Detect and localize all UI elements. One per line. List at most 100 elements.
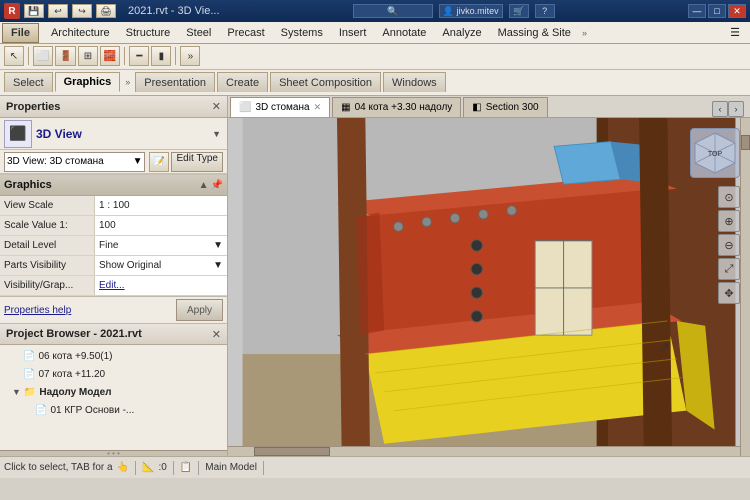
tree-icon-3: 📄 (35, 405, 47, 416)
view-name-text: 3D View: 3D стомана (7, 156, 104, 167)
prop-parts-vis-value[interactable]: Show Original ▼ (95, 256, 227, 275)
menu-architecture[interactable]: Architecture (43, 25, 118, 41)
tree-item-3[interactable]: 📄 01 КГР Основи -... (0, 401, 227, 419)
prop-scale-value-val[interactable]: 100 (95, 216, 227, 235)
svg-text:TOP: TOP (708, 151, 723, 158)
view-tabs: ⬜ 3D стомана ✕ ▦ 04 кота +3.30 надолу ◧ … (228, 96, 750, 118)
view-tab-section[interactable]: ◧ Section 300 (463, 97, 547, 117)
modify-btn[interactable]: ↖ (4, 46, 24, 66)
view-name-dropdown[interactable]: 3D View: 3D стомана ▼ (4, 152, 145, 172)
view-tab-3d-label: 3D стомана (255, 102, 309, 113)
properties-footer: Properties help Apply (0, 296, 227, 323)
tab-windows[interactable]: Windows (383, 72, 446, 92)
tab-scroll-left[interactable]: ‹ (712, 101, 728, 117)
view-type-dropdown-btn[interactable]: ▼ (210, 127, 223, 141)
properties-title: Properties (6, 101, 60, 113)
print-btn[interactable]: 🖨 (96, 4, 116, 18)
orbit-btn[interactable]: ⊙ (718, 186, 740, 208)
fit-btn[interactable]: ⤢ (718, 258, 740, 280)
menu-precast[interactable]: Precast (219, 25, 272, 41)
undo-btn[interactable]: ↩ (48, 4, 68, 18)
status-separator3 (198, 461, 199, 475)
view-tab-3d-stomana[interactable]: ⬜ 3D стомана ✕ (230, 97, 330, 117)
view-select-row: 3D View: 3D стомана ▼ 📝 Edit Type (0, 150, 227, 174)
zoom-out-btn[interactable]: ⊖ (718, 234, 740, 256)
prop-view-scale-value[interactable]: 1 : 100 (95, 196, 227, 215)
tree-label-3: 01 КГР Основи -... (50, 405, 134, 416)
tree-item-2[interactable]: ▼ 📁 Надолу Модел (0, 383, 227, 401)
prop-parts-vis-label: Parts Visibility (0, 256, 95, 275)
tree-item-0[interactable]: 📄 06 кота +9.50(1) (0, 347, 227, 365)
section-expand-icon[interactable]: ▲ (199, 180, 209, 191)
parts-vis-dropdown-icon: ▼ (213, 260, 223, 271)
view-tab-floor[interactable]: ▦ 04 кота +3.30 надолу (332, 97, 461, 117)
prop-detail-level-value[interactable]: Fine ▼ (95, 236, 227, 255)
edit-type-button[interactable]: Edit Type (171, 152, 223, 172)
menu-analyze[interactable]: Analyze (434, 25, 489, 41)
properties-help-link[interactable]: Properties help (4, 305, 71, 316)
graphics-section-title: Graphics (4, 179, 52, 191)
prop-visibility-value[interactable]: Edit... (95, 276, 227, 295)
view-type-label: 3D View (36, 127, 206, 141)
tree-item-1[interactable]: 📄 07 кота +11.20 (0, 365, 227, 383)
viewport[interactable]: TOP ⊙ ⊕ ⊖ ⤢ ✥ ↗ (228, 118, 750, 456)
maximize-btn[interactable]: □ (708, 4, 726, 18)
redo-btn[interactable]: ↪ (72, 4, 92, 18)
prop-parts-visibility: Parts Visibility Show Original ▼ (0, 256, 227, 276)
menu-extra[interactable]: ☰ (722, 24, 748, 41)
tab-graphics[interactable]: Graphics (55, 72, 121, 92)
edit-type-icon-btn[interactable]: 📝 (149, 152, 169, 172)
view-tab-close-btn[interactable]: ✕ (314, 102, 322, 113)
menu-steel[interactable]: Steel (178, 25, 219, 41)
scrollbar-thumb-h[interactable] (254, 447, 331, 456)
menu-insert[interactable]: Insert (331, 25, 375, 41)
tree-icon-2: 📁 (24, 387, 36, 398)
menu-structure[interactable]: Structure (118, 25, 179, 41)
scrollbar-thumb-v[interactable] (741, 135, 750, 150)
tab-presentation[interactable]: Presentation (135, 72, 215, 92)
tab-sheet-composition[interactable]: Sheet Composition (270, 72, 381, 92)
tab-select[interactable]: Select (4, 72, 53, 92)
properties-header: Properties ✕ (0, 96, 227, 118)
section-pin-icon[interactable]: 📌 (211, 180, 223, 191)
beam-btn[interactable]: ━ (129, 46, 149, 66)
project-browser-close-btn[interactable]: ✕ (212, 328, 221, 341)
zoom-in-btn[interactable]: ⊕ (718, 210, 740, 232)
menu-massing[interactable]: Massing & Site (490, 25, 579, 41)
prop-scale-value-label: Scale Value 1: (0, 216, 95, 235)
cursor-indicator: ↗ (658, 339, 670, 356)
panel-resize-handle[interactable]: • • • (0, 450, 227, 456)
close-btn[interactable]: ✕ (728, 4, 746, 18)
prop-visibility-label: Visibility/Grap... (0, 276, 95, 295)
apply-button[interactable]: Apply (176, 299, 223, 321)
viewport-scrollbar-v[interactable] (740, 118, 750, 456)
wall-btn[interactable]: ⬜ (33, 46, 53, 66)
pan-btn[interactable]: ✥ (718, 282, 740, 304)
tree-icon-1: 📄 (23, 369, 35, 380)
nav-cube[interactable]: TOP (690, 128, 740, 178)
viewport-scrollbar-h[interactable] (228, 446, 740, 456)
tab-scroll-right[interactable]: › (728, 101, 744, 117)
help-btn[interactable]: ? (535, 4, 555, 18)
window-btn[interactable]: ⊞ (78, 46, 98, 66)
menu-systems[interactable]: Systems (273, 25, 331, 41)
component-btn[interactable]: 🧱 (100, 46, 120, 66)
minimize-btn[interactable]: — (688, 4, 706, 18)
prop-view-scale: View Scale 1 : 100 (0, 196, 227, 216)
door-btn[interactable]: 🚪 (55, 46, 75, 66)
view-tab-section-label: Section 300 (486, 102, 539, 113)
menu-more[interactable]: » (579, 28, 590, 38)
cart-btn[interactable]: 🛒 (509, 4, 529, 18)
more-btn[interactable]: » (180, 46, 200, 66)
column-btn[interactable]: ▮ (151, 46, 171, 66)
tab-create[interactable]: Create (217, 72, 268, 92)
quick-access-btn[interactable]: 💾 (24, 4, 44, 18)
workset-icon: 📋 (180, 462, 192, 473)
left-panel: Properties ✕ ⬛ 3D View ▼ 3D View: 3D сто… (0, 96, 228, 456)
properties-close-btn[interactable]: ✕ (212, 100, 221, 113)
menu-file[interactable]: File (2, 23, 39, 43)
menu-annotate[interactable]: Annotate (374, 25, 434, 41)
user-btn[interactable]: 👤 jivko.mitev (439, 4, 503, 18)
title-bar-text: 2021.rvt - 3D Vie... (128, 5, 220, 17)
search-btn[interactable]: 🔍 (353, 4, 433, 18)
